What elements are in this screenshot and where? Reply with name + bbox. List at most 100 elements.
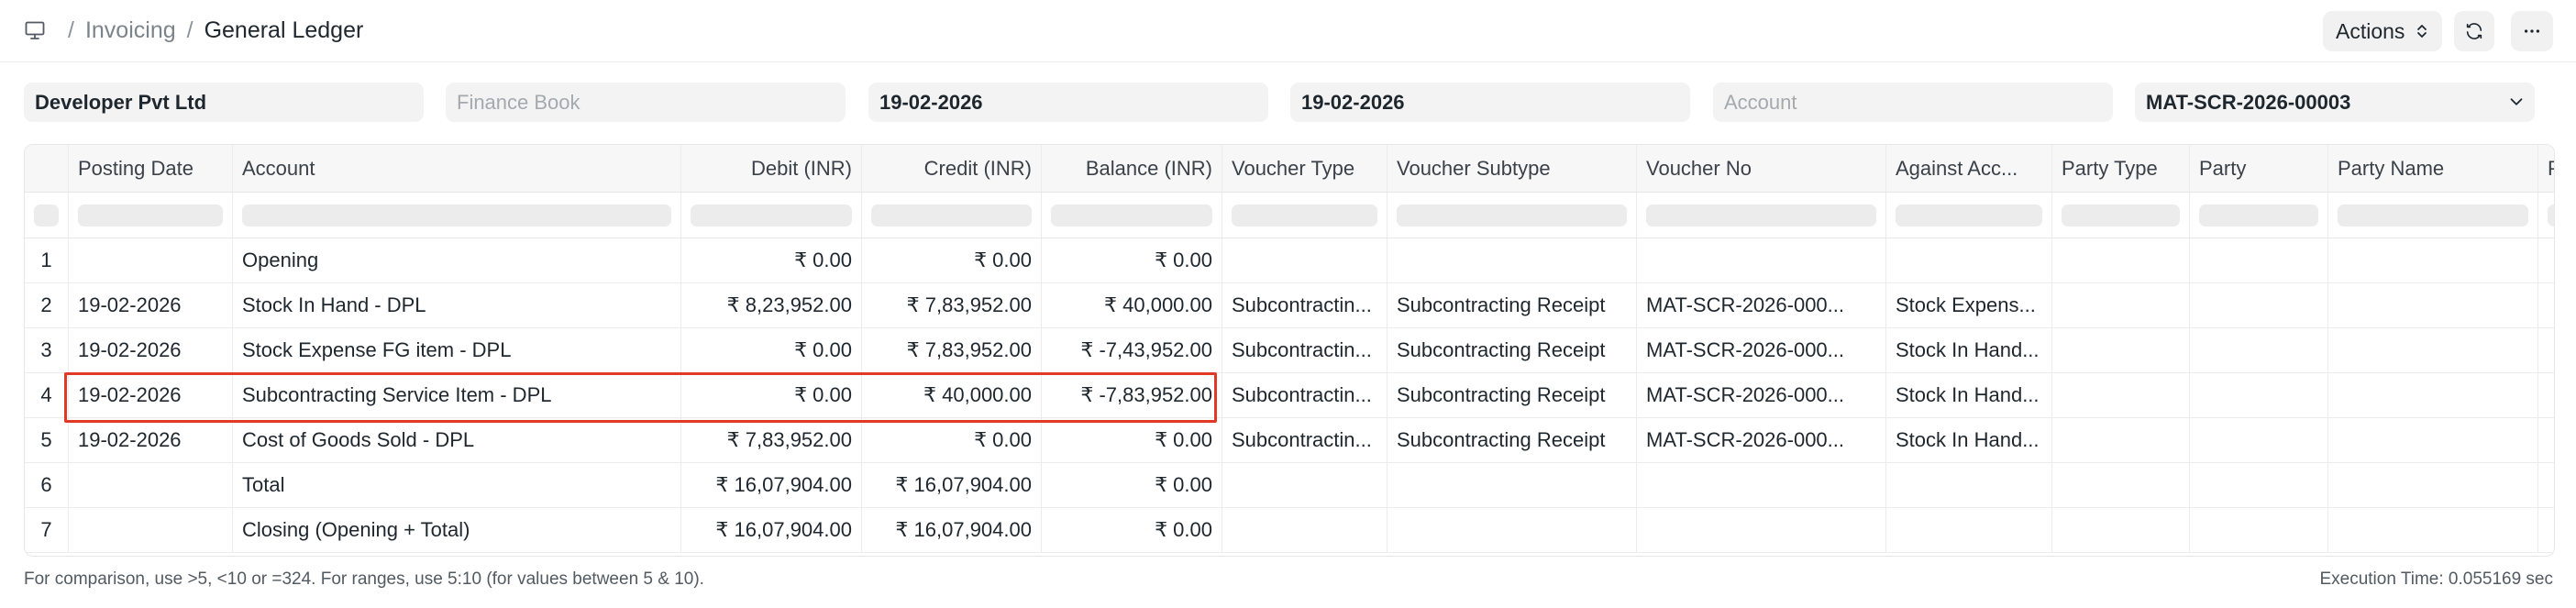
party-name-cell[interactable] (2328, 463, 2538, 507)
overflow-cell[interactable] (2538, 418, 2554, 462)
party-name-cell[interactable] (2328, 238, 2538, 282)
debit-cell[interactable]: ₹ 8,23,952.00 (681, 283, 862, 327)
voucher-subtype-cell[interactable]: Subcontracting Receipt (1388, 283, 1637, 327)
account-cell[interactable]: Subcontracting Service Item - DPL (233, 373, 681, 417)
balance-cell[interactable]: ₹ 0.00 (1042, 238, 1222, 282)
party-cell[interactable] (2190, 373, 2328, 417)
finance-book-filter[interactable]: Finance Book (446, 83, 846, 122)
filter-input[interactable] (2548, 204, 2554, 227)
posting-date-cell[interactable]: 19-02-2026 (69, 373, 233, 417)
account-cell[interactable]: Cost of Goods Sold - DPL (233, 418, 681, 462)
posting-date-cell[interactable]: 19-02-2026 (69, 328, 233, 372)
party-type-cell[interactable] (2052, 328, 2190, 372)
against-account-cell[interactable]: Stock In Hand... (1886, 418, 2052, 462)
voucher-subtype-cell[interactable]: Subcontracting Receipt (1388, 418, 1637, 462)
voucher-subtype-cell[interactable] (1388, 463, 1637, 507)
debit-cell[interactable]: ₹ 0.00 (681, 373, 862, 417)
party-cell[interactable] (2190, 283, 2328, 327)
column-header[interactable]: Credit (INR) (862, 145, 1042, 192)
column-header[interactable]: P (2538, 145, 2554, 192)
column-header[interactable]: Posting Date (69, 145, 233, 192)
column-header[interactable]: Debit (INR) (681, 145, 862, 192)
party-cell[interactable] (2190, 238, 2328, 282)
voucher-type-cell[interactable]: Subcontractin... (1222, 328, 1388, 372)
filter-input[interactable] (2062, 204, 2180, 227)
voucher-type-cell[interactable]: Subcontractin... (1222, 283, 1388, 327)
column-header[interactable]: Party Name (2328, 145, 2538, 192)
party-name-cell[interactable] (2328, 373, 2538, 417)
voucher-no-cell[interactable]: MAT-SCR-2026-000... (1637, 373, 1886, 417)
column-header[interactable]: Party Type (2052, 145, 2190, 192)
party-name-cell[interactable] (2328, 283, 2538, 327)
party-type-cell[interactable] (2052, 463, 2190, 507)
balance-cell[interactable]: ₹ 0.00 (1042, 508, 1222, 552)
debit-cell[interactable]: ₹ 0.00 (681, 238, 862, 282)
filter-input[interactable] (1051, 204, 1212, 227)
row-index[interactable]: 7 (25, 508, 69, 552)
filter-input[interactable] (1397, 204, 1627, 227)
table-row[interactable]: 3 19-02-2026 Stock Expense FG item - DPL ₹ … (25, 328, 2554, 373)
filter-input[interactable] (242, 204, 671, 227)
voucher-no-cell[interactable] (1637, 238, 1886, 282)
column-header[interactable]: Party (2190, 145, 2328, 192)
against-account-cell[interactable] (1886, 508, 2052, 552)
company-filter[interactable]: Developer Pvt Ltd (24, 83, 424, 122)
party-name-cell[interactable] (2328, 328, 2538, 372)
account-cell[interactable]: Stock In Hand - DPL (233, 283, 681, 327)
column-header[interactable]: Balance (INR) (1042, 145, 1222, 192)
debit-cell[interactable]: ₹ 0.00 (681, 328, 862, 372)
from-date-filter[interactable]: 19-02-2026 (868, 83, 1268, 122)
overflow-cell[interactable] (2538, 463, 2554, 507)
overflow-cell[interactable] (2538, 373, 2554, 417)
column-header[interactable]: Against Acc... (1886, 145, 2052, 192)
party-type-cell[interactable] (2052, 418, 2190, 462)
table-row[interactable]: 7 Closing (Opening + Total) ₹ 16,07,904.00… (25, 508, 2554, 553)
credit-cell[interactable]: ₹ 0.00 (862, 238, 1042, 282)
filter-input[interactable] (78, 204, 223, 227)
table-row[interactable]: 5 19-02-2026 Cost of Goods Sold - DPL ₹ 7,8… (25, 418, 2554, 463)
against-account-cell[interactable]: Stock In Hand... (1886, 328, 2052, 372)
against-account-cell[interactable] (1886, 463, 2052, 507)
voucher-type-cell[interactable]: Subcontractin... (1222, 418, 1388, 462)
against-account-cell[interactable]: Stock In Hand... (1886, 373, 2052, 417)
debit-cell[interactable]: ₹ 16,07,904.00 (681, 508, 862, 552)
filter-input[interactable] (1646, 204, 1876, 227)
table-row[interactable]: 2 19-02-2026 Stock In Hand - DPL ₹ 8,23,952… (25, 283, 2554, 328)
row-index[interactable]: 3 (25, 328, 69, 372)
credit-cell[interactable]: ₹ 7,83,952.00 (862, 328, 1042, 372)
voucher-type-cell[interactable]: Subcontractin... (1222, 373, 1388, 417)
table-row[interactable]: 4 19-02-2026 Subcontracting Service Item -… (25, 373, 2554, 418)
filter-input[interactable] (871, 204, 1032, 227)
voucher-subtype-cell[interactable] (1388, 508, 1637, 552)
to-date-filter[interactable]: 19-02-2026 (1290, 83, 1690, 122)
refresh-button[interactable] (2454, 11, 2494, 51)
party-cell[interactable] (2190, 508, 2328, 552)
column-header[interactable]: Voucher Type (1222, 145, 1388, 192)
account-filter[interactable]: Account (1713, 83, 2113, 122)
voucher-no-cell[interactable] (1637, 508, 1886, 552)
credit-cell[interactable]: ₹ 0.00 (862, 418, 1042, 462)
overflow-cell[interactable] (2538, 238, 2554, 282)
balance-cell[interactable]: ₹ 40,000.00 (1042, 283, 1222, 327)
posting-date-cell[interactable]: 19-02-2026 (69, 418, 233, 462)
row-index[interactable]: 4 (25, 373, 69, 417)
account-cell[interactable]: Stock Expense FG item - DPL (233, 328, 681, 372)
balance-cell[interactable]: ₹ -7,43,952.00 (1042, 328, 1222, 372)
party-type-cell[interactable] (2052, 283, 2190, 327)
balance-cell[interactable]: ₹ -7,83,952.00 (1042, 373, 1222, 417)
posting-date-cell[interactable]: 19-02-2026 (69, 283, 233, 327)
party-name-cell[interactable] (2328, 418, 2538, 462)
column-header[interactable]: Voucher No (1637, 145, 1886, 192)
posting-date-cell[interactable] (69, 463, 233, 507)
row-index[interactable]: 5 (25, 418, 69, 462)
voucher-subtype-cell[interactable]: Subcontracting Receipt (1388, 373, 1637, 417)
party-cell[interactable] (2190, 463, 2328, 507)
column-header[interactable]: Voucher Subtype (1388, 145, 1637, 192)
party-name-cell[interactable] (2328, 508, 2538, 552)
filter-input[interactable] (1896, 204, 2042, 227)
voucher-subtype-cell[interactable] (1388, 238, 1637, 282)
row-index[interactable]: 6 (25, 463, 69, 507)
credit-cell[interactable]: ₹ 40,000.00 (862, 373, 1042, 417)
chevron-down-icon[interactable] (2506, 92, 2526, 112)
voucher-type-cell[interactable] (1222, 463, 1388, 507)
